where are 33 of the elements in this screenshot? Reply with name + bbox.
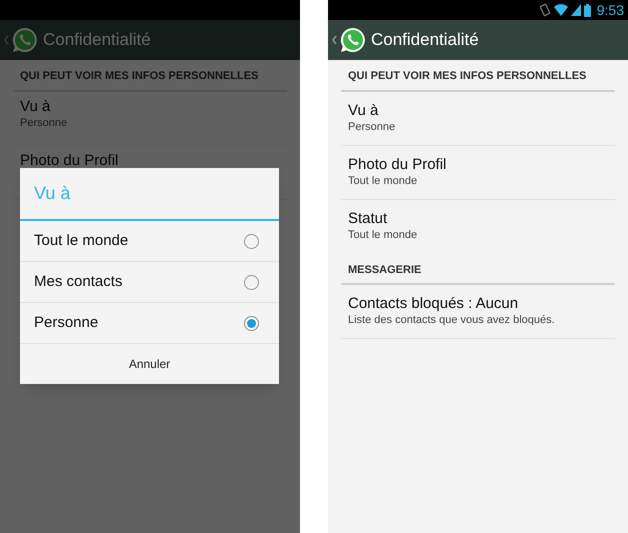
setting-value: Personne <box>20 116 68 130</box>
radio-option[interactable]: Mes contacts <box>20 262 279 303</box>
section-header: QUI PEUT VOIR MES INFOS PERSONNELLES <box>347 69 588 84</box>
radio-button[interactable] <box>244 316 259 330</box>
setting-value: Tout le monde <box>348 174 418 188</box>
setting-value: Liste des contacts que vous avez bloqués. <box>348 313 556 328</box>
section-header: MESSAGERIE <box>347 262 422 278</box>
screen-title: Confidentialité <box>43 29 151 52</box>
radio-button[interactable] <box>244 274 259 290</box>
setting-title: Vu à <box>348 100 380 120</box>
wifi-icon <box>554 4 568 16</box>
section-header: QUI PEUT VOIR MES INFOS PERSONNELLES <box>19 69 260 84</box>
radio-button[interactable] <box>244 234 259 248</box>
chat-bubble-phone-icon <box>339 26 367 54</box>
setting-title: Vu à <box>20 96 52 116</box>
chat-bubble-phone-icon <box>11 26 39 54</box>
setting-title: Contacts bloqués : Aucun <box>348 294 520 313</box>
setting-value: Tout le monde <box>348 228 418 242</box>
setting-title: Photo du Profil <box>20 150 120 170</box>
battery-icon <box>584 4 591 16</box>
setting-title: Statut <box>348 208 388 228</box>
signal-icon <box>570 4 581 16</box>
back-chevron-icon <box>332 35 337 45</box>
cancel-button[interactable]: Annuler <box>20 344 279 384</box>
back-chevron-icon <box>4 35 9 45</box>
screen-title: Confidentialité <box>371 29 479 52</box>
setting-value: Personne <box>348 120 396 134</box>
clock-time: 9:53 <box>596 0 624 20</box>
dialog-title: Vu à <box>34 182 70 205</box>
radio-option[interactable]: Tout le monde <box>20 221 279 262</box>
radio-option[interactable]: Personne <box>20 303 279 344</box>
setting-title: Photo du Profil <box>348 154 448 174</box>
rotate-phone-icon <box>538 3 551 17</box>
